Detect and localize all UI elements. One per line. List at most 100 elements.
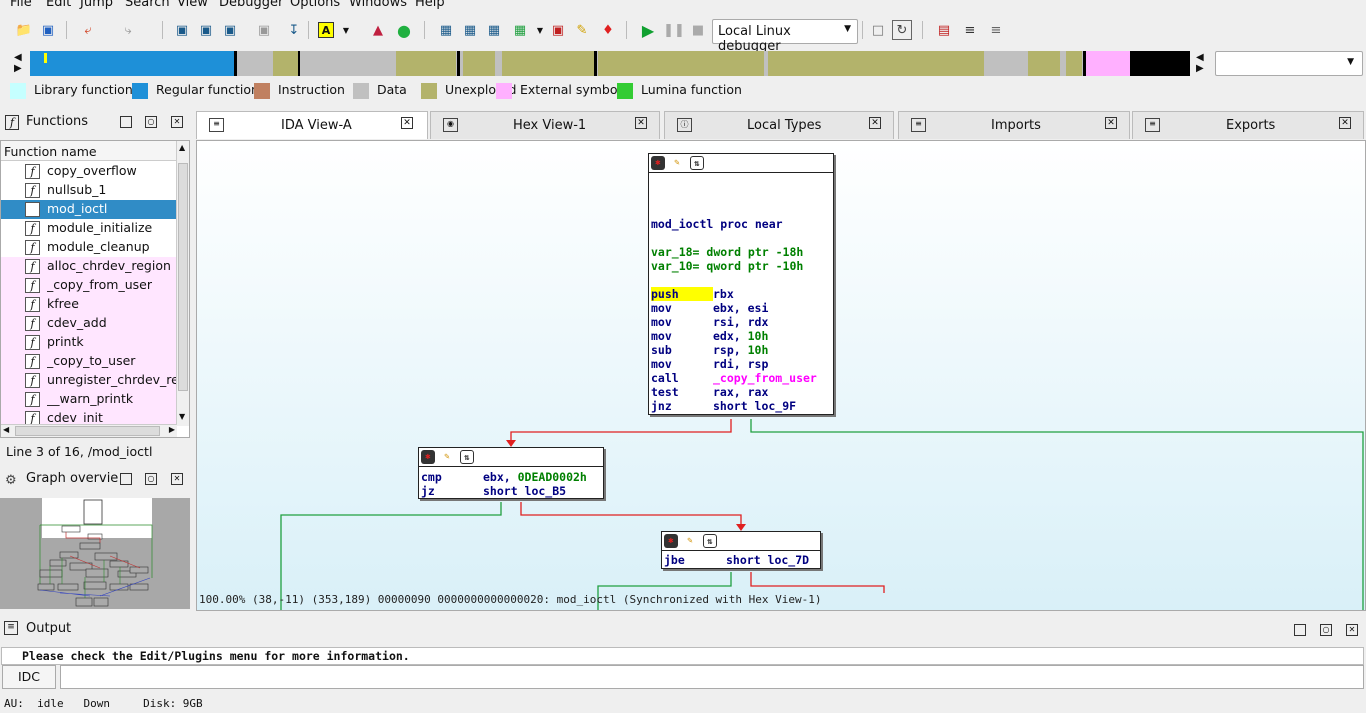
menu-windows[interactable]: Windows <box>349 0 407 10</box>
basic-block-entry[interactable]: ✱ ✎ ⇅ mod_ioctl proc near var_18= dword … <box>648 153 834 415</box>
instruction-line[interactable]: test rax, rax <box>651 385 768 399</box>
edit-icon[interactable]: ✎ <box>440 450 454 464</box>
binary-icon[interactable]: ▣ <box>196 20 216 40</box>
close-icon[interactable]: ✕ <box>401 117 413 129</box>
disabled-icon[interactable]: ▣ <box>254 20 274 40</box>
nav-left-arrows[interactable]: ◀ ▶ <box>14 52 22 74</box>
menu-debugger[interactable]: Debugger <box>219 0 283 10</box>
breakpoint-icon[interactable]: ▣ <box>548 20 568 40</box>
text-icon[interactable]: ▣ <box>220 20 240 40</box>
pause-icon[interactable]: ❚❚ <box>663 20 685 40</box>
float-icon[interactable]: ○ <box>145 116 157 128</box>
graph-overview-minimap[interactable] <box>0 498 190 609</box>
instruction-line[interactable]: var_18= dword ptr -18h <box>651 245 803 259</box>
close-icon[interactable]: ✕ <box>171 116 183 128</box>
color-icon[interactable]: ✱ <box>651 156 665 170</box>
function-list-item[interactable]: f module_initialize <box>1 219 177 238</box>
command-input[interactable] <box>60 665 1364 689</box>
close-icon[interactable]: ✕ <box>635 117 647 129</box>
close-icon[interactable]: ✕ <box>1339 117 1351 129</box>
save-icon[interactable]: ▣ <box>38 20 58 40</box>
instruction-line[interactable]: mov edx, 10h <box>651 329 768 343</box>
function-list-item[interactable]: f _copy_from_user <box>1 276 177 295</box>
nav-right-arrows[interactable]: ◀ ▶ <box>1196 52 1204 74</box>
function-list[interactable]: Function name f copy_overflow f nullsub_1 f m… <box>0 140 190 438</box>
close-icon[interactable]: ✕ <box>1346 624 1358 636</box>
function-list-item[interactable]: f nullsub_1 <box>1 181 177 200</box>
chevron-down-icon[interactable]: ▼ <box>530 20 550 40</box>
menu-view[interactable]: View <box>177 0 208 10</box>
chevron-down-icon[interactable]: ▼ <box>336 20 356 40</box>
close-icon[interactable]: ✕ <box>171 473 183 485</box>
jump-icon[interactable]: ↧ <box>284 20 304 40</box>
stop-icon[interactable]: ■ <box>688 20 708 40</box>
open-icon[interactable]: 📁 <box>14 20 34 40</box>
nav-combo[interactable]: ▼ <box>1215 51 1363 76</box>
back-icon[interactable]: ⤶ <box>78 20 98 40</box>
vertical-scrollbar[interactable]: ▲ ▼ <box>176 141 189 426</box>
function-list-item[interactable]: f module_cleanup <box>1 238 177 257</box>
lumina-icon[interactable]: ● <box>394 20 414 40</box>
function-list-item[interactable]: f _copy_to_user <box>1 352 177 371</box>
instruction-line[interactable]: jbe short loc_7D <box>664 553 809 567</box>
menu-file[interactable]: File <box>10 0 32 10</box>
basic-block-jbe[interactable]: ✱ ✎ ⇅ jbe short loc_7D <box>661 531 821 569</box>
basic-block-cmp[interactable]: ✱ ✎ ⇅ cmp ebx, 0DEAD0002h jz short loc_B5 <box>418 447 604 499</box>
function-list-item[interactable]: f copy_overflow <box>1 162 177 181</box>
instruction-line[interactable]: push rbx <box>651 287 734 301</box>
group-icon[interactable]: ⇅ <box>460 450 474 464</box>
function-list-item[interactable]: f __warn_printk <box>1 390 177 409</box>
close-icon[interactable]: ✕ <box>869 117 881 129</box>
list-icon[interactable]: ▤ <box>934 20 954 40</box>
close-icon[interactable]: ✕ <box>1105 117 1117 129</box>
string-icon[interactable]: A <box>318 22 334 38</box>
function-list-item[interactable]: f printk <box>1 333 177 352</box>
function-list-item[interactable]: f alloc_chrdev_region <box>1 257 177 276</box>
edit-icon[interactable]: ✎ <box>683 534 697 548</box>
group-icon[interactable]: ⇅ <box>703 534 717 548</box>
instruction-line[interactable]: cmp ebx, 0DEAD0002h <box>421 470 587 484</box>
menu-help[interactable]: Help <box>415 0 445 10</box>
menu-jump[interactable]: Jump <box>80 0 113 10</box>
horizontal-scrollbar[interactable]: ◀ ▶ <box>1 424 177 437</box>
instruction-line[interactable]: call _copy_from_user <box>651 371 817 385</box>
function-list-item[interactable]: f cdev_add <box>1 314 177 333</box>
restore-icon[interactable] <box>1294 624 1306 636</box>
float-icon[interactable]: ○ <box>145 473 157 485</box>
graph-view-icon[interactable]: ▦ <box>510 20 530 40</box>
list-red-icon[interactable]: ≡ <box>960 20 980 40</box>
tab-imports[interactable]: ≡ Imports ✕ <box>898 111 1130 139</box>
refresh-icon[interactable]: ↻ <box>892 20 912 40</box>
instruction-line[interactable]: jz short loc_B5 <box>421 484 566 498</box>
group-icon[interactable]: ⇅ <box>690 156 704 170</box>
new-segment-icon[interactable]: ▣ <box>172 20 192 40</box>
menu-edit[interactable]: Edit <box>46 0 71 10</box>
tab-exports[interactable]: ≡ Exports ✕ <box>1132 111 1364 139</box>
idc-button[interactable]: IDC <box>2 665 56 689</box>
function-list-item[interactable]: f unregister_chrdev_region <box>1 371 177 390</box>
edit-icon[interactable]: ✎ <box>572 20 592 40</box>
navigation-band[interactable] <box>30 51 1190 76</box>
instruction-line[interactable]: mov rsi, rdx <box>651 315 768 329</box>
float-icon[interactable]: ○ <box>1320 624 1332 636</box>
edit-icon[interactable]: ✎ <box>670 156 684 170</box>
instruction-line[interactable]: sub rsp, 10h <box>651 343 768 357</box>
data-icon[interactable]: ▦ <box>460 20 480 40</box>
instruction-line[interactable]: jnz short loc_9F <box>651 399 796 413</box>
start-debug-icon[interactable]: ▶ <box>638 20 658 40</box>
restore-icon[interactable] <box>120 116 132 128</box>
function-list-item[interactable]: f mod_ioctl <box>1 200 177 219</box>
instruction-line[interactable]: mov rdi, rsp <box>651 357 768 371</box>
code-icon[interactable]: ▦ <box>436 20 456 40</box>
function-name-header[interactable]: Function name <box>1 141 177 161</box>
restore-icon[interactable] <box>120 473 132 485</box>
tab-ida-view-a[interactable]: ≡ IDA View-A ✕ <box>196 111 428 139</box>
stop-sign-icon[interactable]: ♦ <box>598 20 618 40</box>
graph-icon[interactable]: ▲ <box>368 20 388 40</box>
function-list-item[interactable]: f kfree <box>1 295 177 314</box>
output-log[interactable]: Please check the Edit/Plugins menu for m… <box>1 647 1364 665</box>
instruction-line[interactable]: var_10= qword ptr -10h <box>651 259 803 273</box>
color-icon[interactable]: ✱ <box>421 450 435 464</box>
color-icon[interactable]: ✱ <box>664 534 678 548</box>
tab-hex-view-1[interactable]: ◉ Hex View-1 ✕ <box>430 111 660 139</box>
